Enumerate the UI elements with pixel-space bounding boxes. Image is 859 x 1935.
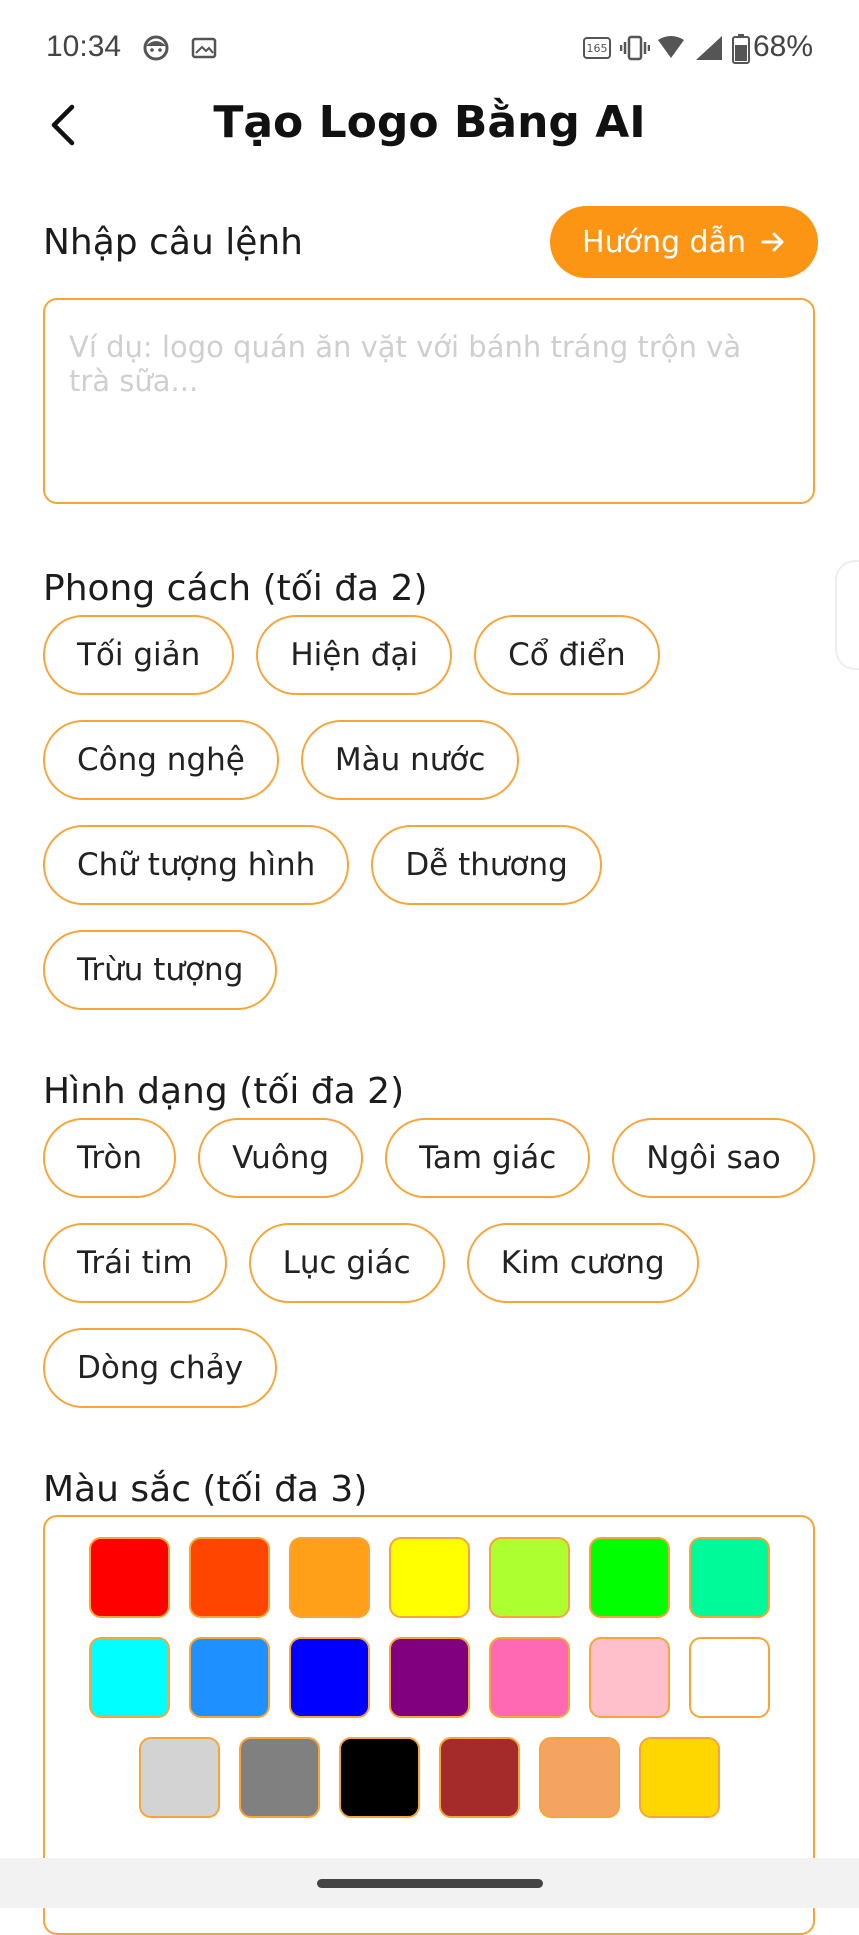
- status-time: 10:34: [46, 30, 122, 63]
- color-swatch[interactable]: [238, 1737, 320, 1818]
- style-chip-row-2: Công nghệ Màu nước: [43, 720, 520, 800]
- shape-chip-vuong[interactable]: Vuông: [198, 1118, 364, 1198]
- shape-chip-tam-giac[interactable]: Tam giác: [385, 1118, 591, 1198]
- color-swatch[interactable]: [638, 1737, 720, 1818]
- battery-icon: [732, 34, 750, 68]
- style-label: Phong cách (tối đa 2): [43, 568, 428, 609]
- color-swatch[interactable]: [488, 1537, 570, 1618]
- home-gesture-pill[interactable]: [317, 1879, 543, 1888]
- refresh-rate-icon: 165: [582, 34, 612, 66]
- shape-chip-trai-tim[interactable]: Trái tim: [43, 1223, 227, 1303]
- style-chip-co-dien[interactable]: Cổ điển: [474, 615, 660, 695]
- style-chip-row-1: Tối giản Hiện đại Cổ điển: [43, 615, 660, 695]
- color-swatch[interactable]: [588, 1637, 670, 1718]
- color-swatch[interactable]: [538, 1737, 620, 1818]
- shape-chip-kim-cuong[interactable]: Kim cương: [466, 1223, 699, 1303]
- shape-chip-ngoi-sao[interactable]: Ngôi sao: [612, 1118, 815, 1198]
- style-chip-truu-tuong[interactable]: Trừu tượng: [43, 930, 278, 1010]
- color-swatch[interactable]: [188, 1537, 270, 1618]
- wifi-icon: [656, 34, 686, 66]
- color-swatch[interactable]: [488, 1637, 570, 1718]
- swatch-row-1: [45, 1537, 813, 1618]
- signal-icon: [694, 34, 724, 66]
- vibrate-icon: [619, 34, 651, 66]
- style-chip-hien-dai[interactable]: Hiện đại: [256, 615, 453, 695]
- color-swatch[interactable]: [438, 1737, 520, 1818]
- color-swatch[interactable]: [288, 1537, 370, 1618]
- arrow-right-icon: [761, 232, 784, 252]
- color-label: Màu sắc (tối đa 3): [43, 1469, 368, 1510]
- prompt-label: Nhập câu lệnh: [43, 222, 303, 263]
- face-notification-icon: [142, 34, 170, 66]
- style-chip-toi-gian[interactable]: Tối giản: [43, 615, 235, 695]
- shape-chip-row-3: Dòng chảy: [43, 1328, 278, 1408]
- prompt-input[interactable]: [69, 330, 789, 472]
- style-chip-chu-tuong-hinh[interactable]: Chữ tượng hình: [43, 825, 350, 905]
- style-chip-de-thuong[interactable]: Dễ thương: [371, 825, 602, 905]
- color-swatch[interactable]: [138, 1737, 220, 1818]
- shape-chip-row-2: Trái tim Lục giác Kim cương: [43, 1223, 699, 1303]
- color-swatch[interactable]: [88, 1637, 170, 1718]
- image-notification-icon: [190, 34, 218, 66]
- color-swatch[interactable]: [388, 1637, 470, 1718]
- swatch-row-3: [45, 1737, 813, 1818]
- refresh-rate-label: 165: [587, 42, 608, 55]
- color-swatch[interactable]: [688, 1537, 770, 1618]
- guide-button-label: Hướng dẫn: [582, 224, 746, 260]
- style-chip-mau-nuoc[interactable]: Màu nước: [300, 720, 520, 800]
- shape-chip-row-1: Tròn Vuông Tam giác Ngôi sao: [43, 1118, 815, 1198]
- style-chip-row-3: Chữ tượng hình Dễ thương: [43, 825, 602, 905]
- swatch-row-2: [45, 1637, 813, 1718]
- shape-chip-tron[interactable]: Tròn: [43, 1118, 177, 1198]
- shape-label: Hình dạng (tối đa 2): [43, 1071, 405, 1112]
- color-swatch[interactable]: [688, 1637, 770, 1718]
- color-swatch[interactable]: [338, 1737, 420, 1818]
- prompt-input-box: [43, 298, 815, 504]
- shape-chip-dong-chay[interactable]: Dòng chảy: [43, 1328, 278, 1408]
- color-swatch[interactable]: [388, 1537, 470, 1618]
- color-swatch[interactable]: [588, 1537, 670, 1618]
- system-nav-bar: [0, 1858, 859, 1908]
- guide-button[interactable]: Hướng dẫn: [550, 206, 818, 278]
- shape-chip-luc-giac[interactable]: Lục giác: [248, 1223, 445, 1303]
- status-bar: 10:34 165 68%: [0, 0, 859, 98]
- color-swatch[interactable]: [288, 1637, 370, 1718]
- battery-percentage: 68%: [752, 30, 813, 63]
- page-title: Tạo Logo Bằng AI: [213, 97, 646, 148]
- color-swatch[interactable]: [188, 1637, 270, 1718]
- style-chip-cong-nghe[interactable]: Công nghệ: [43, 720, 279, 800]
- style-chip-row-4: Trừu tượng: [43, 930, 278, 1010]
- color-swatch[interactable]: [88, 1537, 170, 1618]
- edge-handle[interactable]: [835, 560, 859, 670]
